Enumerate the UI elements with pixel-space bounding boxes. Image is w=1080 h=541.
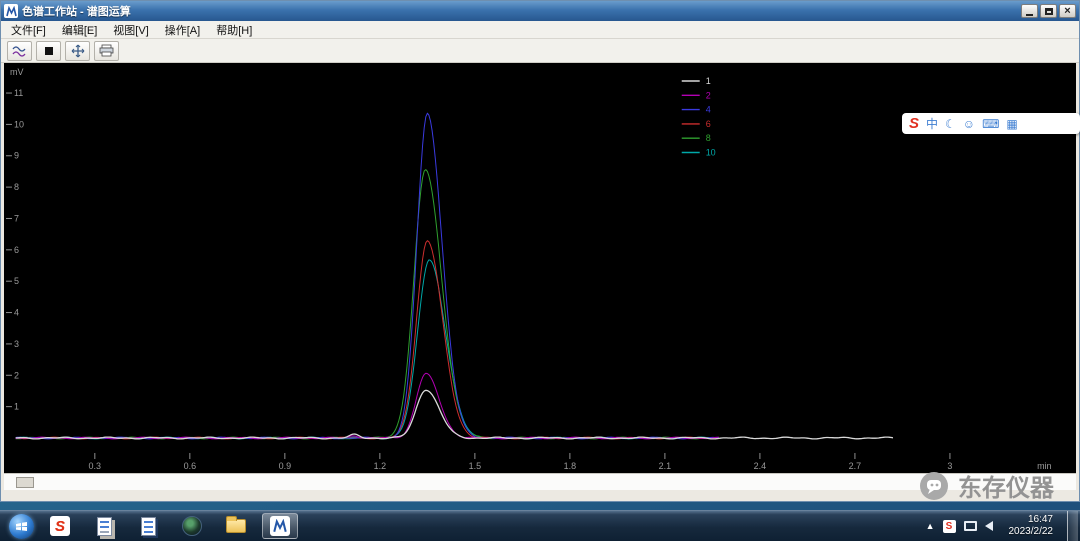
sogou-logo-icon[interactable]: S — [909, 116, 919, 131]
windows-flag-icon — [16, 521, 27, 531]
editor-page-icon — [140, 516, 156, 536]
x-tick-label: 0.6 — [184, 461, 196, 471]
clock-date: 2023/2/22 — [1008, 526, 1054, 537]
tray-volume-icon[interactable] — [984, 521, 993, 531]
y-tick-label: 7 — [14, 213, 19, 223]
legend-label: 8 — [706, 133, 711, 143]
zoom-extents-icon — [71, 44, 84, 57]
ime-toolbar[interactable]: S 中 ☾ ☺ ⌨ ▦ — [902, 113, 1080, 134]
clock-time: 16:47 — [1027, 514, 1053, 525]
maximize-button[interactable] — [1040, 4, 1057, 18]
titlebar[interactable]: 色谱工作站 - 谱图运算 × — [1, 1, 1079, 21]
folder-icon — [226, 516, 246, 533]
moon-mode-icon[interactable]: ☾ — [945, 118, 956, 130]
scrollbar-thumb[interactable] — [16, 477, 34, 488]
minimize-button[interactable] — [1021, 4, 1038, 18]
hidden-icons-chevron-icon[interactable]: ▲ — [926, 521, 935, 531]
x-tick-label: 0.3 — [89, 461, 101, 471]
taskbar-icon-sogou[interactable]: S — [42, 513, 78, 539]
app-window: 色谱工作站 - 谱图运算 × 文件[F] 编辑[E] 视图[V] 操作[A] 帮助[H] — [0, 0, 1080, 502]
y-tick-label: 10 — [14, 119, 24, 129]
y-tick-label: 1 — [14, 402, 19, 412]
tray-display-icon[interactable] — [963, 521, 977, 531]
y-tick-label: 6 — [14, 245, 19, 255]
window-controls: × — [1021, 4, 1076, 18]
y-tick-label: 9 — [14, 151, 19, 161]
trace-series-4 — [15, 112, 719, 440]
legend-label: 4 — [706, 105, 711, 115]
window-title: 色谱工作站 - 谱图运算 — [22, 6, 131, 18]
trace-series-2 — [15, 372, 719, 440]
x-tick-label: 1.2 — [374, 461, 386, 471]
y-tick-label: 11 — [14, 88, 23, 98]
taskbar-icon-chromatography-app[interactable] — [262, 513, 298, 539]
y-tick-label: 2 — [14, 370, 19, 380]
menu-view[interactable]: 视图[V] — [105, 20, 156, 40]
x-tick-label: 2.7 — [849, 461, 861, 471]
browser-globe-icon — [182, 516, 202, 536]
x-tick-label: 1.8 — [564, 461, 576, 471]
documents-icon — [96, 516, 112, 536]
trace-series-6 — [15, 240, 719, 440]
menu-bar: 文件[F] 编辑[E] 视图[V] 操作[A] 帮助[H] — [1, 21, 1079, 39]
emoji-icon[interactable]: ☺ — [963, 118, 975, 130]
start-button[interactable] — [9, 513, 34, 539]
taskbar-icon-documents[interactable] — [86, 513, 122, 539]
watermark-logo-icon — [920, 471, 948, 500]
stop-button[interactable] — [36, 40, 61, 61]
watermark: 东存仪器 — [919, 468, 1054, 503]
print-button[interactable] — [94, 40, 119, 61]
stop-icon — [44, 46, 53, 55]
print-icon — [99, 44, 114, 57]
y-tick-label: 5 — [14, 276, 19, 286]
keyboard-icon[interactable]: ⌨ — [982, 118, 999, 130]
close-button[interactable]: × — [1059, 4, 1076, 18]
watermark-text: 东存仪器 — [958, 475, 1054, 502]
desktop: 色谱工作站 - 谱图运算 × 文件[F] 编辑[E] 视图[V] 操作[A] 帮助[H] — [0, 0, 1080, 541]
zoom-extents-button[interactable] — [65, 40, 90, 61]
x-tick-label: 2.4 — [754, 461, 766, 471]
legend-label: 1 — [706, 76, 711, 86]
menu-help[interactable]: 帮助[H] — [208, 20, 260, 40]
taskbar-icon-folder[interactable] — [218, 513, 254, 539]
menu-edit[interactable]: 编辑[E] — [54, 20, 105, 40]
show-desktop-button[interactable] — [1067, 510, 1078, 541]
close-icon: × — [1064, 4, 1071, 17]
curves-icon — [11, 45, 26, 57]
legend-label: 6 — [706, 119, 711, 129]
minimize-icon — [1026, 13, 1033, 16]
toolbox-icon[interactable]: ▦ — [1006, 118, 1017, 130]
x-tick-label: 0.9 — [279, 461, 291, 471]
menu-action[interactable]: 操作[A] — [157, 20, 208, 40]
y-tick-label: 8 — [14, 182, 19, 192]
maximize-icon — [1044, 7, 1053, 15]
legend-label: 10 — [706, 147, 716, 157]
tray-sogou-icon[interactable]: S — [942, 519, 956, 533]
taskbar: S ▲ S 16:47 2023/2/22 — [0, 510, 1080, 541]
taskbar-icon-browser[interactable] — [174, 513, 210, 539]
x-tick-label: 2.1 — [659, 461, 671, 471]
horizontal-scrollbar[interactable] — [4, 473, 1076, 490]
taskbar-clock[interactable]: 16:47 2023/2/22 — [1009, 514, 1054, 538]
toolbar — [1, 39, 1079, 63]
chinese-mode-icon[interactable]: 中 — [926, 118, 938, 130]
trace-series-8 — [15, 169, 719, 440]
menu-file[interactable]: 文件[F] — [3, 20, 54, 40]
system-tray: ▲ S — [926, 519, 993, 533]
legend-label: 2 — [706, 90, 711, 100]
chromatography-app-icon — [270, 516, 290, 536]
y-tick-label: 3 — [14, 339, 19, 349]
y-axis-label: mV — [10, 67, 23, 77]
taskbar-icon-editor[interactable] — [130, 513, 166, 539]
curves-button[interactable] — [7, 40, 32, 61]
sogou-icon: S — [50, 516, 70, 536]
x-tick-label: 1.5 — [469, 461, 481, 471]
trace-series-10 — [15, 259, 719, 440]
app-logo-icon — [4, 4, 18, 18]
y-tick-label: 4 — [14, 308, 19, 318]
